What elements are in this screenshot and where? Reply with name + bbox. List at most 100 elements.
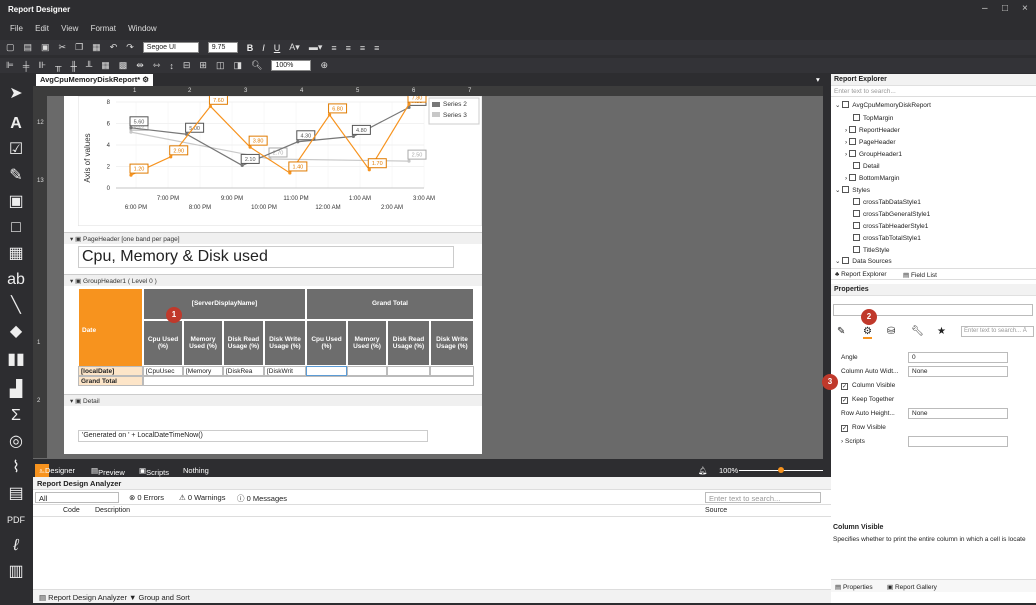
brush-icon[interactable]: ✎ xyxy=(837,326,845,337)
scripts-input[interactable] xyxy=(908,436,1008,447)
zoom-select[interactable]: 100% xyxy=(271,60,312,71)
align-tops-icon[interactable]: ╥ xyxy=(55,61,61,71)
warnings-filter[interactable]: ⚠ 0 Warnings xyxy=(179,493,225,502)
cell-total-3[interactable] xyxy=(387,366,430,376)
col-memory-used[interactable]: Memory Used (%) xyxy=(183,320,223,366)
tree-topmargin[interactable]: TopMargin xyxy=(853,114,893,122)
tree-style-title[interactable]: TitleStyle xyxy=(853,246,890,254)
cell-cpu[interactable]: [CpuUsec xyxy=(143,366,183,376)
line-chart[interactable]: Axis of values 86420 6:00 PM7:00 PM8:00 … xyxy=(78,96,482,226)
report-title[interactable]: Cpu, Memory & Disk used xyxy=(78,246,454,268)
center-v-icon[interactable]: ⊞ xyxy=(199,60,207,71)
prop-column-visible[interactable]: ✓ Column Visible xyxy=(841,380,1026,392)
align-right-icon[interactable]: ≡ xyxy=(360,43,365,53)
row-visible-checkbox[interactable]: ✓ xyxy=(841,425,848,432)
new-icon[interactable]: ▢ xyxy=(6,42,15,53)
group-header-band[interactable]: ▾ ▣ GroupHeader1 ( Level 0 ) xyxy=(64,274,482,286)
bell-icon[interactable]: 🔔︎ xyxy=(698,466,708,475)
panel-tool-icon[interactable]: □ xyxy=(5,217,27,239)
cell-disk-write[interactable]: [DiskWrit xyxy=(264,366,306,376)
column-visible-checkbox[interactable]: ✓ xyxy=(841,383,848,390)
menu-file[interactable]: File xyxy=(10,24,23,33)
cut-icon[interactable]: ✂ xyxy=(59,42,67,53)
size-grid-icon[interactable]: ▩ xyxy=(119,60,128,71)
align-lefts-icon[interactable]: ⊫ xyxy=(6,60,14,71)
v-spacing-icon[interactable]: ↕ xyxy=(169,61,174,71)
font-select[interactable]: Segoe UI xyxy=(142,42,199,53)
keep-together-checkbox[interactable]: ✓ xyxy=(841,397,848,404)
report-gallery-tab[interactable]: ▣ Report Gallery xyxy=(887,583,937,591)
page-header-band[interactable]: ▾ ▣ PageHeader [one band per page] xyxy=(64,232,482,244)
align-rights-icon[interactable]: ⊪ xyxy=(38,60,46,71)
barcode-tool-icon[interactable]: ▮▮ xyxy=(5,349,27,371)
wrench-icon[interactable]: 🔧︎ xyxy=(911,326,924,337)
redo-icon[interactable]: ↷ xyxy=(126,42,134,53)
cell-total-4[interactable] xyxy=(430,366,474,376)
report-explorer-tab[interactable]: ♣ Report Explorer xyxy=(835,271,887,278)
summary-tool-icon[interactable]: Σ xyxy=(5,405,27,427)
save-icon[interactable]: ▣ xyxy=(41,42,50,53)
tree-root[interactable]: ⌄ AvgCpuMemoryDiskReport xyxy=(835,101,931,109)
analyzer-tab[interactable]: ▤ Report Design Analyzer xyxy=(39,593,127,602)
star-icon[interactable]: ★ xyxy=(937,326,946,337)
tree-detail[interactable]: Detail xyxy=(853,162,880,170)
align-centers-icon[interactable]: ╪ xyxy=(23,61,29,71)
report-page[interactable]: Axis of values 86420 6:00 PM 7:00 PM 8:00 … xyxy=(64,96,482,454)
maximize-button[interactable]: □ xyxy=(1002,3,1008,14)
send-back-icon[interactable]: ◨ xyxy=(233,60,242,71)
analyzer-search-input[interactable]: Enter text to search... xyxy=(705,492,821,503)
font-color-icon[interactable]: A▾ xyxy=(289,42,300,53)
bold-button[interactable]: B xyxy=(247,43,254,53)
grand-total-row-cells[interactable] xyxy=(143,376,474,386)
zoom-out-icon[interactable]: 🔍︎ xyxy=(251,60,262,71)
menu-format[interactable]: Format xyxy=(91,24,116,33)
line-tool-icon[interactable]: ╲ xyxy=(5,295,27,317)
tree-style-header[interactable]: crossTabHeaderStyle1 xyxy=(853,222,928,230)
character-comb-icon[interactable]: ab xyxy=(5,269,27,291)
col-disk-read[interactable]: Disk Read Usage (%) xyxy=(223,320,264,366)
row-auto-height-select[interactable]: None xyxy=(908,408,1008,419)
subreport-tool-icon[interactable]: ▤ xyxy=(5,483,27,505)
copy-icon[interactable]: ❐ xyxy=(75,42,83,53)
justify-icon[interactable]: ≡ xyxy=(374,43,379,53)
picture-tool-icon[interactable]: ▣ xyxy=(5,191,27,213)
h-spacing-icon[interactable]: ⇿ xyxy=(153,60,161,71)
gauge-tool-icon[interactable]: ◎ xyxy=(5,431,27,453)
crosstab[interactable]: Date [ServerDisplayName] Grand Total Cpu… xyxy=(78,288,474,388)
errors-filter[interactable]: ⊗ 0 Errors xyxy=(129,493,164,502)
tree-datasources[interactable]: ⌄ Data Sources xyxy=(835,257,892,265)
align-left-icon[interactable]: ≡ xyxy=(331,43,336,53)
row-local-date[interactable]: [localDate] xyxy=(78,366,143,376)
tree-style-general[interactable]: crossTabGeneralStyle1 xyxy=(853,210,930,218)
scripts-tab[interactable]: ▣ Scripts xyxy=(139,466,169,477)
align-center-icon[interactable]: ≡ xyxy=(346,43,351,53)
cell-memory[interactable]: [Memory xyxy=(183,366,223,376)
cell-total-1[interactable] xyxy=(306,366,347,376)
angle-input[interactable]: 0 xyxy=(908,352,1008,363)
messages-filter[interactable]: ⓘ 0 Messages xyxy=(237,493,287,504)
group-sort-tab[interactable]: ▼ Group and Sort xyxy=(129,593,190,602)
chart-tool-icon[interactable]: ▟ xyxy=(5,379,27,401)
explorer-search-input[interactable]: Enter text to search... xyxy=(831,87,1036,97)
tree-style-data[interactable]: crossTabDataStyle1 xyxy=(853,198,921,206)
back-color-icon[interactable]: ▬▾ xyxy=(309,42,323,53)
tree-styles[interactable]: ⌄ Styles xyxy=(835,186,870,194)
menu-edit[interactable]: Edit xyxy=(35,24,49,33)
prop-keep-together[interactable]: ✓ Keep Together xyxy=(841,394,1026,406)
document-tab[interactable]: AvgCpuMemoryDiskReport* ⚙ xyxy=(36,74,153,86)
toc-tool-icon[interactable]: ▥ xyxy=(5,561,27,583)
checkbox-tool-icon[interactable]: ☑ xyxy=(5,139,27,161)
analyzer-filter-select[interactable]: All xyxy=(35,492,119,503)
align-grid-icon[interactable]: ▦ xyxy=(101,60,110,71)
designer-tab[interactable]: ⎁ Designer xyxy=(35,464,75,477)
date-header-cell[interactable]: Date xyxy=(78,288,143,373)
col-disk-write[interactable]: Disk Write Usage (%) xyxy=(264,320,306,366)
tree-style-total[interactable]: crossTabTotalStyle1 xyxy=(853,234,921,242)
cell-total-2[interactable] xyxy=(347,366,387,376)
bring-front-icon[interactable]: ◫ xyxy=(216,60,225,71)
preview-tab[interactable]: ▤ Preview xyxy=(91,466,125,477)
menu-window[interactable]: Window xyxy=(128,24,156,33)
col-total-cpu-used[interactable]: Cpu Used (%) xyxy=(306,320,347,366)
grand-total-header-cell[interactable]: Grand Total xyxy=(306,288,474,320)
pointer-icon[interactable]: ➤ xyxy=(5,83,27,105)
